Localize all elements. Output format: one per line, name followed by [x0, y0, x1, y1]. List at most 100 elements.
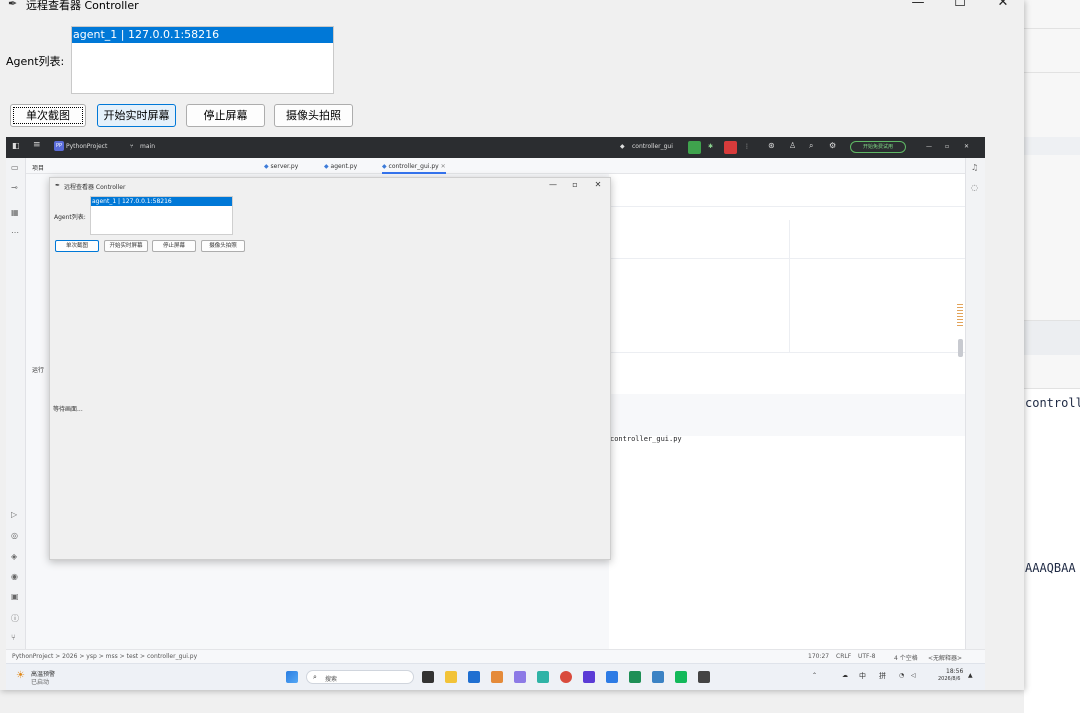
- code-editor[interactable]: controller_gui.py: [609, 174, 965, 668]
- python-console-icon[interactable]: ▷: [11, 510, 17, 519]
- stop-screen-button[interactable]: 停止屏幕: [186, 104, 265, 127]
- close-button[interactable]: ✕: [993, 0, 1013, 10]
- pycharm-icon[interactable]: [629, 671, 641, 683]
- taskbar-search[interactable]: ⌕ 搜索: [306, 670, 414, 684]
- app-icon[interactable]: [583, 671, 595, 683]
- start-live-screen-button[interactable]: 开始实时屏幕: [97, 104, 176, 127]
- trial-button[interactable]: 开始免费试用: [850, 141, 906, 153]
- nested-minimize-icon[interactable]: —: [547, 180, 559, 189]
- agent-list-label: Agent列表:: [6, 55, 65, 68]
- user-icon[interactable]: ♙: [789, 141, 796, 150]
- settings-icon[interactable]: ⚙: [829, 141, 836, 150]
- wifi-icon[interactable]: ◔: [899, 672, 904, 679]
- start-icon[interactable]: [286, 671, 298, 683]
- git-icon[interactable]: ⑂: [11, 633, 16, 642]
- single-screenshot-button[interactable]: 单次截图: [10, 104, 86, 127]
- app-icon[interactable]: [514, 671, 526, 683]
- search-icon[interactable]: ⌕: [809, 141, 813, 151]
- editor-tabs: 项目 ◆ server.py ◆ agent.py ◆ controller_g…: [26, 158, 965, 174]
- file-explorer-icon[interactable]: [445, 671, 457, 683]
- run-icon[interactable]: [688, 141, 701, 154]
- run-panel: 运行: [26, 357, 51, 668]
- windows-taskbar: ☀ 高温预警 已启动 ⌕ 搜索 ⌃ ☁ 中 拼 ◔ ◁ 18:56 2026/8…: [6, 663, 985, 690]
- nested-window-title: 远程查看器 Controller: [64, 184, 126, 191]
- assistant-icon[interactable]: ◌: [971, 183, 978, 192]
- window-title: 远程查看器 Controller: [26, 0, 139, 12]
- notifications-icon[interactable]: ♫: [971, 163, 978, 172]
- cursor-position[interactable]: 170:27: [808, 653, 829, 660]
- background-code-text: AAAQBAA: [1025, 561, 1076, 575]
- structure-icon[interactable]: ▦: [11, 208, 19, 217]
- ide-close-icon[interactable]: ✕: [964, 143, 969, 150]
- menu-icon[interactable]: ≡: [33, 140, 41, 150]
- store-icon[interactable]: [468, 671, 480, 683]
- clock-date[interactable]: 2026/8/6: [938, 676, 960, 682]
- more-icon[interactable]: ⋮: [744, 143, 750, 150]
- nested-agent-item[interactable]: agent_1 | 127.0.0.1:58216: [91, 197, 232, 206]
- services-icon[interactable]: ◉: [11, 572, 18, 581]
- packages-icon[interactable]: ◎: [11, 531, 18, 540]
- tab-server[interactable]: ◆ server.py: [264, 163, 298, 170]
- taskbar-search-placeholder: 搜索: [325, 676, 338, 683]
- run-config[interactable]: controller_gui: [632, 143, 673, 150]
- tab-controller-gui[interactable]: ◆ controller_gui.py ✕: [382, 163, 446, 174]
- clock-time[interactable]: 18:56: [946, 668, 963, 675]
- nested-close-icon[interactable]: ✕: [592, 180, 604, 189]
- ime-mode[interactable]: 拼: [879, 671, 886, 681]
- nested-camera-button[interactable]: 摄像头拍照: [201, 240, 245, 252]
- wechat-icon[interactable]: [675, 671, 687, 683]
- tray-expand-icon[interactable]: ⌃: [812, 672, 817, 679]
- nested-start-live-button[interactable]: 开始实时屏幕: [104, 240, 148, 252]
- chrome-icon[interactable]: [560, 671, 572, 683]
- ai-icon[interactable]: ⊛: [768, 141, 775, 150]
- interpreter-status[interactable]: <无解释器>: [928, 653, 962, 662]
- nested-stop-button[interactable]: 停止屏幕: [152, 240, 196, 252]
- folder-icon[interactable]: ▭: [11, 163, 19, 172]
- line-separator[interactable]: CRLF: [836, 653, 851, 660]
- app-icon[interactable]: [652, 671, 664, 683]
- nested-controller-window: ✒ 远程查看器 Controller — ▫ ✕ Agent列表: agent_…: [49, 177, 611, 560]
- weather-subtitle: 已启动: [31, 679, 50, 686]
- nested-status-text: 等待画面...: [53, 406, 83, 413]
- project-name[interactable]: PythonProject: [66, 143, 107, 150]
- app-icon[interactable]: [537, 671, 549, 683]
- editor-scrollbar[interactable]: [958, 339, 963, 357]
- agent-listbox[interactable]: agent_1 | 127.0.0.1:58216: [71, 26, 334, 94]
- ime-indicator[interactable]: 中: [859, 671, 866, 681]
- file-encoding[interactable]: UTF-8: [858, 653, 876, 660]
- indent-setting[interactable]: 4 个空格: [894, 653, 918, 662]
- problems-icon[interactable]: ⓘ: [11, 613, 19, 624]
- nested-agent-label: Agent列表:: [54, 214, 86, 221]
- ide-header: ◧ ≡ PP PythonProject ⑂ main ◆ controller…: [6, 137, 985, 158]
- agent-list-item[interactable]: agent_1 | 127.0.0.1:58216: [72, 27, 333, 43]
- ide-maximize-icon[interactable]: ▫: [945, 143, 949, 150]
- tab-agent[interactable]: ◆ agent.py: [324, 163, 357, 170]
- branch-name[interactable]: main: [140, 143, 155, 150]
- maximize-button[interactable]: ☐: [950, 0, 970, 10]
- ide-minimize-icon[interactable]: —: [926, 143, 932, 150]
- volume-icon[interactable]: ◁: [911, 672, 916, 679]
- nested-single-screenshot-button[interactable]: 单次截图: [55, 240, 99, 252]
- nested-agent-listbox[interactable]: agent_1 | 127.0.0.1:58216: [90, 196, 233, 235]
- notification-bell-icon[interactable]: ▲: [968, 672, 973, 679]
- more-tools-icon[interactable]: ⋯: [11, 228, 19, 237]
- project-panel-label[interactable]: 项目: [32, 163, 44, 172]
- screen-canvas[interactable]: ◧ ≡ PP PythonProject ⑂ main ◆ controller…: [6, 137, 985, 690]
- app-icon[interactable]: [491, 671, 503, 683]
- camera-photo-button[interactable]: 摄像头拍照: [274, 104, 353, 127]
- feather-icon: ✒: [8, 0, 18, 10]
- stop-icon[interactable]: [724, 141, 737, 154]
- nested-maximize-icon[interactable]: ▫: [569, 180, 581, 189]
- minimize-button[interactable]: —: [908, 0, 928, 10]
- task-view-icon[interactable]: [422, 671, 434, 683]
- ide-right-toolbar: ♫ ◌: [965, 158, 985, 668]
- tray-cloud-icon[interactable]: ☁: [842, 672, 848, 679]
- debug-icon[interactable]: ✱: [708, 143, 713, 150]
- layers-icon[interactable]: ◈: [11, 552, 17, 561]
- commit-icon[interactable]: ⊸: [11, 183, 18, 192]
- app-icon[interactable]: [606, 671, 618, 683]
- app-icon[interactable]: [698, 671, 710, 683]
- terminal-icon[interactable]: ▣: [11, 592, 19, 601]
- project-badge: PP: [54, 141, 65, 151]
- search-icon: ⌕: [313, 673, 317, 681]
